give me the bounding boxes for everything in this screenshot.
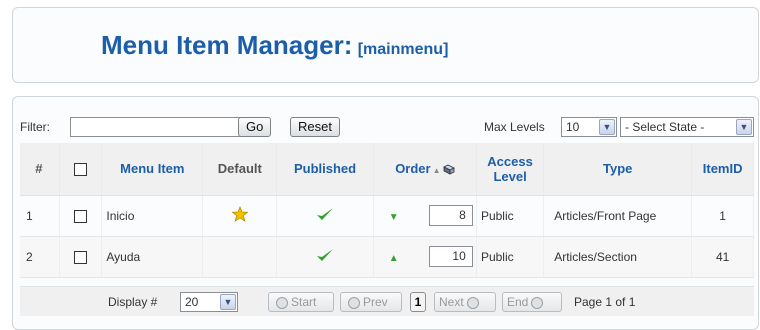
table-row: 2 Ayuda ▲ 10 Public Articles/Section 41 [20, 236, 754, 278]
checkmark-icon[interactable] [316, 247, 334, 263]
move-down-icon[interactable]: ▼ [389, 212, 399, 223]
state-select[interactable]: - Select State - ▼ [620, 117, 754, 137]
chevron-down-icon: ▼ [220, 294, 236, 310]
filter-bar: Filter: Go Reset Max Levels 10 ▼ - Selec… [20, 117, 755, 139]
next-icon [466, 296, 479, 309]
next-label: Next [439, 295, 464, 309]
order-header-link[interactable]: Order [395, 161, 430, 176]
menu-name: [mainmenu] [357, 41, 449, 58]
order-input[interactable]: 10 [428, 245, 473, 267]
col-select-all [59, 143, 103, 196]
published-cell [276, 236, 374, 278]
published-cell [276, 195, 374, 237]
header-panel: Menu Item Manager: [mainmenu] [12, 7, 759, 83]
display-label: Display # [108, 295, 158, 309]
checkmark-icon[interactable] [316, 206, 334, 222]
col-default: Default [202, 143, 278, 196]
access-level-link[interactable]: Public [476, 195, 545, 237]
max-levels-select[interactable]: 10 ▼ [561, 117, 617, 137]
pagination-bar: Display # 20 ▼ Start Prev 1 Next End Pag… [20, 286, 754, 316]
end-icon [531, 296, 544, 309]
filter-label: Filter: [20, 120, 50, 134]
itemid-cell: 41 [691, 236, 754, 278]
end-button[interactable]: End [502, 292, 562, 312]
state-value: - Select State - [625, 120, 705, 134]
default-cell [202, 236, 278, 278]
menu-item-link[interactable]: Ayuda [101, 236, 204, 278]
default-cell [202, 195, 278, 237]
star-icon[interactable] [231, 205, 249, 222]
row-number: 1 [20, 195, 60, 237]
max-levels-label: Max Levels [484, 120, 545, 134]
display-count-value: 20 [185, 295, 199, 309]
order-cell: ▲ 10 [373, 236, 477, 278]
go-button[interactable]: Go [238, 117, 272, 137]
page-title-text: Menu Item Manager: [101, 30, 353, 60]
next-button[interactable]: Next [434, 292, 496, 312]
save-icon[interactable] [442, 164, 455, 175]
page-title: Menu Item Manager: [mainmenu] [101, 30, 448, 61]
order-input[interactable]: 8 [428, 204, 473, 226]
col-access-level[interactable]: Access Level [476, 143, 545, 196]
chevron-down-icon: ▼ [599, 119, 615, 135]
row-checkbox-cell [59, 236, 103, 278]
table-header-row: # Menu Item Default Published Order ▲ Acc… [20, 143, 754, 196]
start-icon [276, 296, 288, 309]
start-button[interactable]: Start [268, 292, 334, 312]
col-menu-item[interactable]: Menu Item [101, 143, 204, 196]
display-count-select[interactable]: 20 ▼ [180, 292, 238, 312]
reset-button[interactable]: Reset [290, 117, 340, 137]
select-all-checkbox[interactable] [74, 163, 88, 177]
prev-icon [348, 296, 360, 309]
row-checkbox-cell [59, 195, 103, 237]
start-label: Start [291, 295, 317, 309]
table-row: 1 Inicio ▼ 8 Public Articles/Front Page … [20, 195, 754, 237]
prev-label: Prev [363, 295, 388, 309]
max-levels-value: 10 [566, 120, 580, 134]
type-cell: Articles/Front Page [543, 195, 693, 237]
current-page[interactable]: 1 [410, 292, 426, 312]
chevron-down-icon: ▼ [736, 119, 752, 135]
col-order: Order ▲ [373, 143, 477, 196]
row-checkbox[interactable] [74, 250, 88, 264]
move-up-icon[interactable]: ▲ [389, 253, 399, 264]
row-number: 2 [20, 236, 60, 278]
col-type[interactable]: Type [543, 143, 693, 196]
sort-asc-icon: ▲ [432, 166, 441, 176]
page-info: Page 1 of 1 [574, 295, 636, 309]
end-label: End [507, 295, 529, 309]
row-checkbox[interactable] [74, 209, 88, 223]
order-cell: ▼ 8 [373, 195, 477, 237]
menu-items-table: # Menu Item Default Published Order ▲ Acc… [20, 143, 754, 278]
prev-button[interactable]: Prev [340, 292, 402, 312]
col-number: # [20, 143, 60, 196]
col-published[interactable]: Published [276, 143, 374, 196]
itemid-cell: 1 [691, 195, 754, 237]
menu-item-link[interactable]: Inicio [101, 195, 204, 237]
filter-input[interactable] [70, 117, 250, 137]
access-level-link[interactable]: Public [476, 236, 545, 278]
col-itemid[interactable]: ItemID [691, 143, 754, 196]
type-cell: Articles/Section [543, 236, 693, 278]
